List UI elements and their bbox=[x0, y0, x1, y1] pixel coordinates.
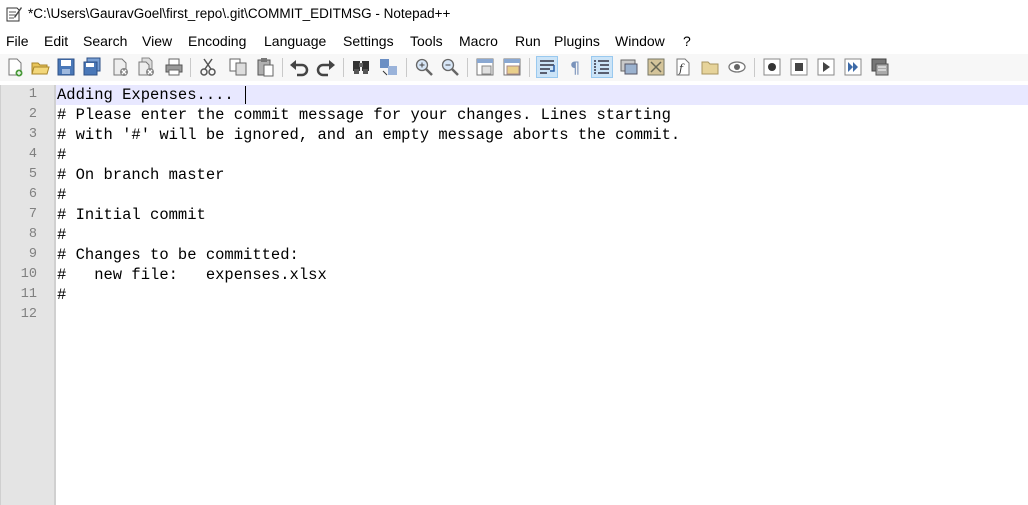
cut-icon[interactable] bbox=[198, 57, 218, 77]
word-wrap-icon[interactable] bbox=[536, 56, 558, 78]
replace-icon[interactable] bbox=[379, 57, 399, 77]
line-number: 2 bbox=[28, 107, 37, 122]
menu-tools[interactable]: Tools bbox=[410, 33, 443, 49]
folder-as-workspace-icon[interactable] bbox=[700, 57, 720, 77]
line-number: 11 bbox=[20, 287, 37, 302]
menu-help[interactable]: ? bbox=[683, 33, 691, 49]
toolbar-separator bbox=[406, 58, 407, 77]
menu-view[interactable]: View bbox=[142, 33, 172, 49]
code-line[interactable]: # bbox=[57, 225, 66, 245]
find-icon[interactable] bbox=[351, 57, 371, 77]
redo-icon[interactable] bbox=[316, 57, 336, 77]
code-line[interactable]: # Initial commit bbox=[57, 205, 206, 225]
line-number: 5 bbox=[28, 167, 37, 182]
menu-run[interactable]: Run bbox=[515, 33, 541, 49]
notepad-plus-plus-icon bbox=[6, 7, 22, 22]
line-number: 7 bbox=[28, 207, 37, 222]
line-number: 1 bbox=[28, 87, 37, 102]
record-macro-icon[interactable] bbox=[762, 57, 782, 77]
code-line[interactable]: Adding Expenses.... bbox=[57, 85, 234, 105]
menu-bar: File Edit Search View Encoding Language … bbox=[0, 31, 1028, 53]
undo-icon[interactable] bbox=[289, 57, 309, 77]
sync-vertical-icon[interactable] bbox=[475, 57, 495, 77]
code-line[interactable]: # with '#' will be ignored, and an empty… bbox=[57, 125, 680, 145]
menu-plugins[interactable]: Plugins bbox=[554, 33, 600, 49]
toolbar-separator bbox=[282, 58, 283, 77]
user-defined-language-icon[interactable] bbox=[619, 57, 639, 77]
code-line[interactable]: # Please enter the commit message for yo… bbox=[57, 105, 671, 125]
line-number: 4 bbox=[28, 147, 37, 162]
menu-settings[interactable]: Settings bbox=[343, 33, 394, 49]
toolbar-separator bbox=[190, 58, 191, 77]
code-line[interactable]: # On branch master bbox=[57, 165, 224, 185]
line-number: 10 bbox=[20, 267, 37, 282]
new-file-icon[interactable] bbox=[5, 57, 25, 77]
zoom-out-icon[interactable] bbox=[440, 57, 460, 77]
print-icon[interactable] bbox=[164, 57, 184, 77]
sync-horizontal-icon[interactable] bbox=[502, 57, 522, 77]
title-bar: *C:\Users\GauravGoel\first_repo\.git\COM… bbox=[0, 0, 1028, 30]
close-all-icon[interactable] bbox=[136, 57, 156, 77]
editor-area[interactable]: 1 2 3 4 5 6 7 8 9 10 11 12 Adding Expens… bbox=[0, 85, 1028, 505]
code-line[interactable]: # bbox=[57, 185, 66, 205]
menu-encoding[interactable]: Encoding bbox=[188, 33, 246, 49]
line-number: 12 bbox=[20, 307, 37, 322]
show-all-characters-icon[interactable]: ¶ bbox=[565, 57, 585, 77]
menu-language[interactable]: Language bbox=[264, 33, 326, 49]
zoom-in-icon[interactable] bbox=[414, 57, 434, 77]
line-number: 8 bbox=[28, 227, 37, 242]
code-line[interactable]: # bbox=[57, 285, 66, 305]
doc-map-icon[interactable] bbox=[646, 57, 666, 77]
menu-file[interactable]: File bbox=[6, 33, 29, 49]
save-all-icon[interactable] bbox=[82, 57, 102, 77]
code-line[interactable]: # new file: expenses.xlsx bbox=[57, 265, 327, 285]
function-list-icon[interactable]: f bbox=[673, 57, 693, 77]
menu-search[interactable]: Search bbox=[83, 33, 127, 49]
svg-text:¶: ¶ bbox=[570, 58, 580, 77]
line-number-gutter: 1 2 3 4 5 6 7 8 9 10 11 12 bbox=[0, 85, 56, 505]
toolbar-separator bbox=[529, 58, 530, 77]
toolbar-separator bbox=[467, 58, 468, 77]
playback-macro-icon[interactable] bbox=[816, 57, 836, 77]
save-macro-icon[interactable] bbox=[870, 57, 890, 77]
toolbar-separator bbox=[754, 58, 755, 77]
monitoring-icon[interactable] bbox=[727, 57, 747, 77]
indent-guide-icon[interactable] bbox=[591, 56, 613, 78]
line-number: 3 bbox=[28, 127, 37, 142]
toolbar: ¶ f bbox=[0, 54, 1028, 81]
code-line[interactable]: # bbox=[57, 145, 66, 165]
run-macro-multiple-icon[interactable] bbox=[843, 57, 863, 77]
line-number: 6 bbox=[28, 187, 37, 202]
window-title: *C:\Users\GauravGoel\first_repo\.git\COM… bbox=[28, 6, 451, 21]
menu-macro[interactable]: Macro bbox=[459, 33, 498, 49]
menu-window[interactable]: Window bbox=[615, 33, 665, 49]
close-icon[interactable] bbox=[110, 57, 130, 77]
copy-icon[interactable] bbox=[228, 57, 248, 77]
line-number: 9 bbox=[28, 247, 37, 262]
menu-edit[interactable]: Edit bbox=[44, 33, 68, 49]
text-caret bbox=[245, 86, 246, 104]
open-file-icon[interactable] bbox=[30, 57, 50, 77]
toolbar-separator bbox=[343, 58, 344, 77]
save-icon[interactable] bbox=[56, 57, 76, 77]
paste-icon[interactable] bbox=[255, 57, 275, 77]
stop-record-icon[interactable] bbox=[789, 57, 809, 77]
code-line[interactable]: # Changes to be committed: bbox=[57, 245, 299, 265]
